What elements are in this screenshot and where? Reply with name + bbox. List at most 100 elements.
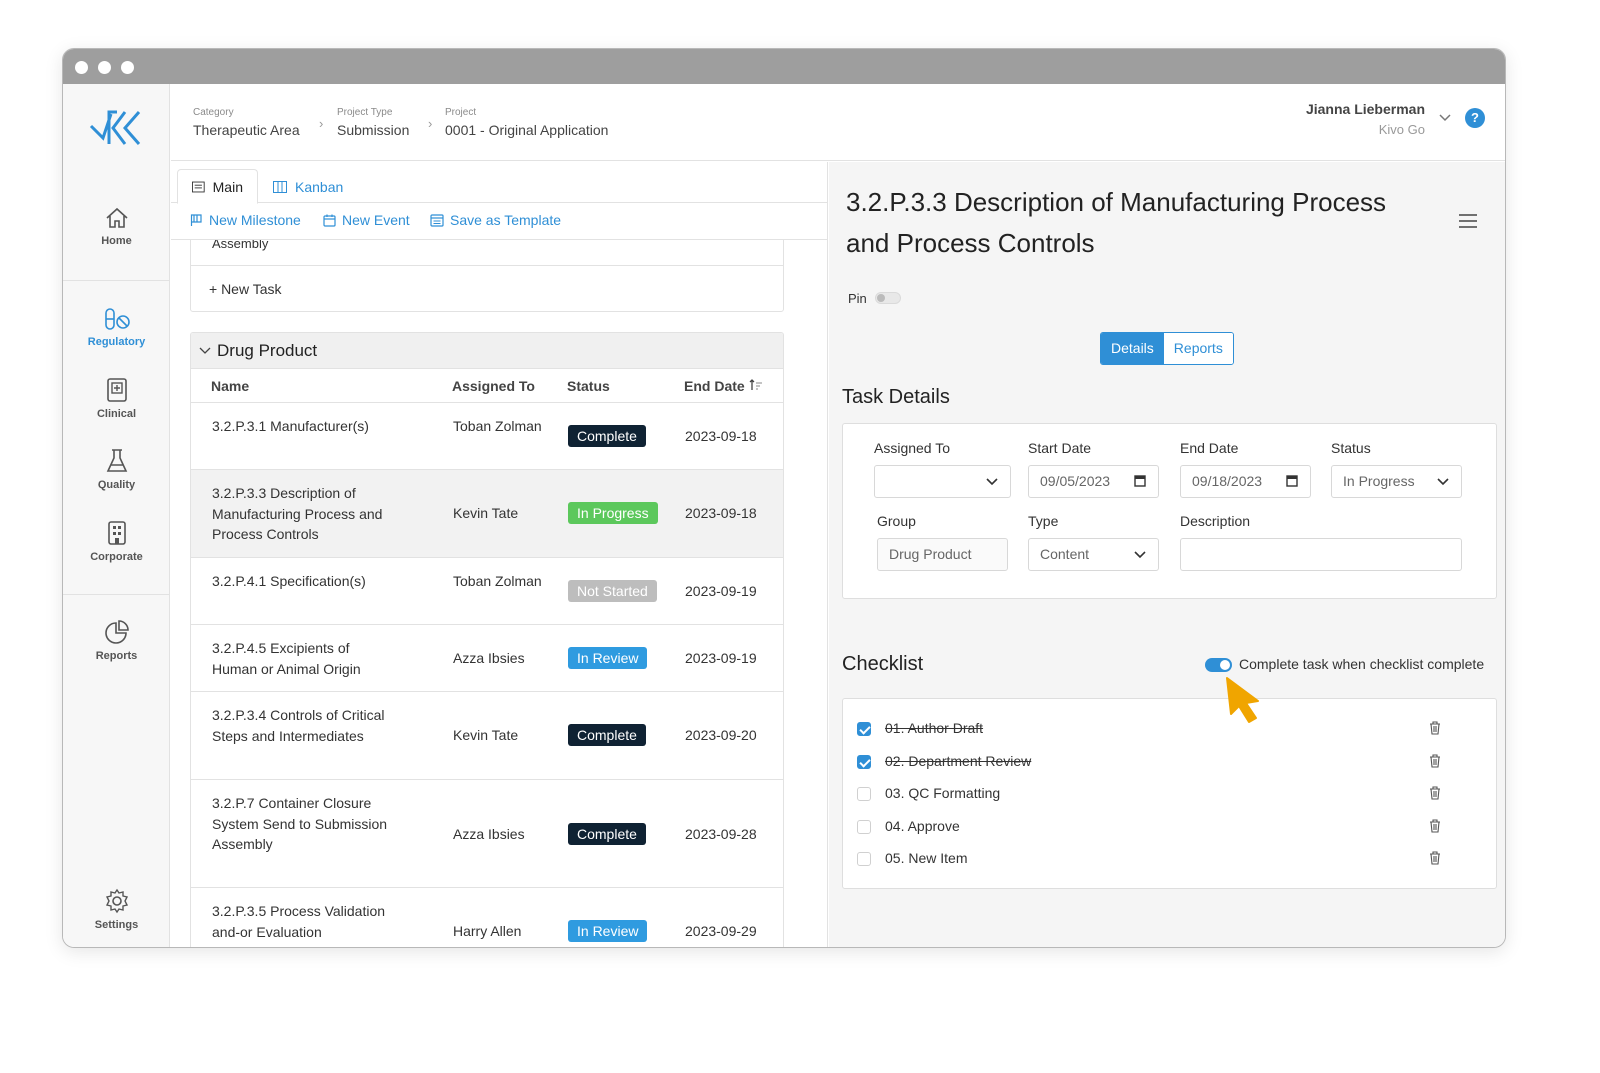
assigned-to-select[interactable] [874,465,1011,498]
breadcrumb-caption: Category [193,107,234,118]
window-minimize-dot[interactable] [98,61,111,74]
checklist-item: 05. New Item [857,849,1457,869]
task-scroll-area[interactable]: Assembly + New Task Drug Product Name As… [171,240,827,947]
breadcrumb-caption: Project [445,107,477,118]
detail-view-switch: Details Reports [1100,332,1234,365]
sidebar-divider [63,280,170,281]
breadcrumb-value: 0001 - Original Application [445,122,609,138]
task-assignee: Toban Zolman [453,418,542,434]
sidebar-item-reports[interactable]: Reports [63,619,170,662]
help-icon[interactable]: ? [1465,108,1485,128]
status-select[interactable]: In Progress [1331,465,1462,498]
table-row[interactable]: 3.2.P.4.5 Excipients of Human or Animal … [191,625,783,692]
task-assignee: Azza Ibsies [453,650,525,666]
task-assignee: Kevin Tate [453,505,519,521]
checklist-checkbox[interactable] [857,852,871,866]
pin-label: Pin [848,291,867,306]
top-header: Category Therapeutic Area › Project Type… [171,84,1505,161]
tab-kanban[interactable]: Kanban [259,169,357,204]
new-milestone-button[interactable]: New Milestone [190,212,301,228]
pin-toggle[interactable] [875,292,901,304]
trash-icon[interactable] [1429,851,1441,865]
checklist-item-label[interactable]: 03. QC Formatting [885,785,1000,801]
window-close-dot[interactable] [75,61,88,74]
group-field: Drug Product [877,538,1008,571]
breadcrumb-value: Therapeutic Area [193,122,300,138]
breadcrumb-project-type[interactable]: Project Type Submission [337,107,409,140]
checklist-checkbox[interactable] [857,755,871,769]
table-row[interactable]: 3.2.P.4.1 Specification(s) Toban Zolman … [191,558,783,625]
divider [191,265,783,266]
sidebar: Home Regulatory Clinical Quality Corpora… [63,84,170,947]
assigned-to-label: Assigned To [874,440,951,456]
task-end-date: 2023-09-28 [685,826,757,842]
tab-main[interactable]: Main [177,169,258,204]
sidebar-item-regulatory[interactable]: Regulatory [63,307,170,348]
table-row[interactable]: 3.2.P.7 Container Closure System Send to… [191,780,783,888]
table-row[interactable]: 3.2.P.3.5 Process Validation and-or Eval… [191,888,783,947]
task-assignee: Kevin Tate [453,727,519,743]
checklist-item-label[interactable]: 01. Author Draft [885,720,983,736]
sidebar-item-label: Regulatory [87,336,146,348]
calendar-icon [323,214,336,227]
sidebar-item-settings[interactable]: Settings [63,888,170,931]
complete-on-checklist-toggle[interactable] [1205,658,1232,672]
save-as-template-button[interactable]: Save as Template [430,212,561,228]
type-label: Type [1028,513,1059,529]
sort-ascending-icon [749,379,762,390]
end-date-label: End Date [1180,440,1239,456]
sidebar-item-label: Reports [95,650,138,662]
column-header-status[interactable]: Status [567,378,610,394]
tab-reports[interactable]: Reports [1163,333,1233,364]
column-header-name[interactable]: Name [211,378,249,394]
checklist-item-label[interactable]: 05. New Item [885,850,967,866]
type-select[interactable]: Content [1028,538,1159,571]
chevron-down-icon[interactable] [1439,114,1451,122]
sidebar-item-label: Clinical [96,408,137,420]
sidebar-item-corporate[interactable]: Corporate [63,520,170,563]
sidebar-item-clinical[interactable]: Clinical [63,377,170,420]
sidebar-item-home[interactable]: Home [63,206,170,247]
window-zoom-dot[interactable] [121,61,134,74]
status-badge: Complete [568,823,646,845]
table-row[interactable]: 3.2.P.3.4 Controls of Critical Steps and… [191,692,783,780]
checklist-checkbox[interactable] [857,787,871,801]
task-details-heading: Task Details [842,386,950,408]
chevron-down-icon[interactable] [199,347,211,355]
sidebar-item-quality[interactable]: Quality [63,448,170,491]
user-menu[interactable]: Jianna Lieberman Kivo Go [1306,101,1425,137]
mouse-pointer-icon [1226,677,1259,723]
action-label: New Milestone [209,212,301,228]
breadcrumb-project[interactable]: Project 0001 - Original Application [445,107,608,140]
home-icon [105,207,128,228]
checklist-checkbox[interactable] [857,722,871,736]
calendar-icon [1286,475,1298,487]
checklist-checkbox[interactable] [857,820,871,834]
title-bar [63,49,1505,84]
table-row[interactable]: 3.2.P.3.3 Description of Manufacturing P… [191,470,783,558]
new-event-button[interactable]: New Event [323,212,410,228]
breadcrumb-value: Submission [337,122,410,138]
column-header-end-date[interactable]: End Date [684,378,763,394]
end-date-input[interactable]: 09/18/2023 [1180,465,1311,498]
template-icon [430,213,444,227]
group-header[interactable]: Drug Product [191,333,783,369]
breadcrumb-category[interactable]: Category Therapeutic Area [193,107,300,140]
new-task-button[interactable]: + New Task [209,281,282,297]
description-input[interactable] [1180,538,1462,571]
start-date-input[interactable]: 09/05/2023 [1028,465,1159,498]
task-name: 3.2.P.4.5 Excipients of Human or Animal … [212,640,361,677]
task-end-date: 2023-09-18 [685,428,757,444]
trash-icon[interactable] [1429,721,1441,735]
trash-icon[interactable] [1429,754,1441,768]
column-header-assigned[interactable]: Assigned To [452,378,535,394]
checklist-item-label[interactable]: 04. Approve [885,818,960,834]
hamburger-menu-icon[interactable] [1459,214,1477,228]
table-row[interactable]: 3.2.P.3.1 Manufacturer(s) Toban Zolman C… [191,403,783,470]
checklist-item-label[interactable]: 02. Department Review [885,753,1031,769]
tab-details[interactable]: Details [1101,333,1164,364]
trash-icon[interactable] [1429,786,1441,800]
trash-icon[interactable] [1429,819,1441,833]
kivo-logo[interactable] [89,108,145,153]
sidebar-item-label: Settings [94,919,139,931]
